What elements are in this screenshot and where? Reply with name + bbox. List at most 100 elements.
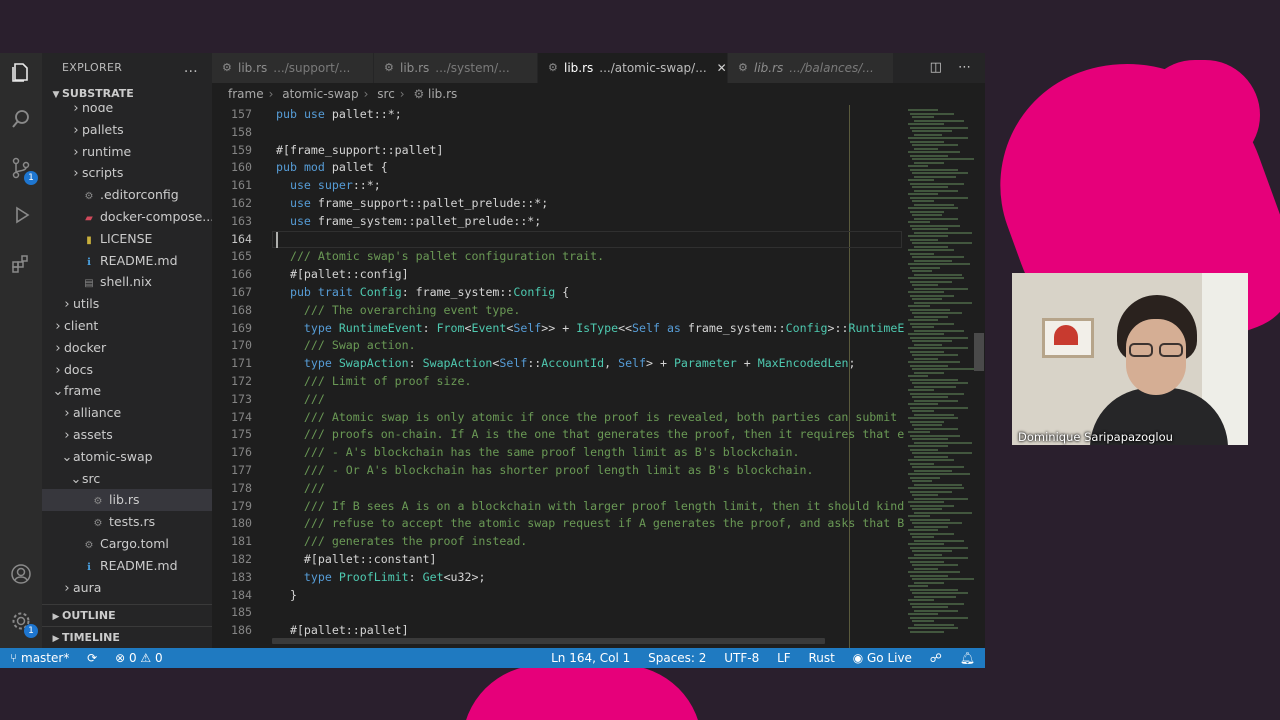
line-number: 168 — [231, 302, 252, 317]
tree-item[interactable]: › node — [42, 105, 212, 119]
more-editor-actions-icon[interactable]: ⋯ — [958, 60, 971, 75]
settings-gear-icon[interactable]: 1 — [8, 610, 38, 638]
minimap-line — [914, 567, 938, 570]
code-text: #[frame_support::pallet] — [276, 142, 444, 157]
code-line: 183 type ProofLimit: Get<u32>; — [212, 569, 904, 587]
line-number: 166 — [231, 267, 252, 282]
search-icon[interactable] — [8, 108, 34, 134]
tree-item[interactable]: › utils — [42, 293, 212, 315]
minimap-line — [912, 508, 942, 510]
minimap-line — [912, 200, 934, 202]
minimap-line — [914, 329, 964, 332]
breadcrumb-item[interactable]: lib.rs — [428, 87, 457, 101]
line-number: 157 — [231, 107, 252, 121]
tree-item[interactable]: › docker — [42, 337, 212, 359]
tree-item[interactable]: › runtime — [42, 141, 212, 163]
minimap-line — [908, 193, 938, 195]
branch-indicator[interactable]: ⑂ master* — [10, 648, 69, 668]
breadcrumb-item[interactable]: src — [377, 87, 395, 101]
tree-item[interactable]: ▰ docker-compose... — [42, 206, 212, 228]
tree-item[interactable]: ⚙ Cargo.toml — [42, 533, 212, 555]
tree-item[interactable]: ⌄src — [42, 468, 212, 490]
minimap[interactable] — [904, 105, 974, 648]
timeline-section[interactable]: ▶ TIMELINE — [42, 626, 212, 648]
problems-indicator[interactable]: ⊗ 0 ⚠ 0 — [115, 648, 163, 668]
sync-icon[interactable]: ⟳ — [87, 648, 97, 668]
encoding[interactable]: UTF-8 — [724, 648, 759, 668]
tree-item[interactable]: ℹ README.md — [42, 250, 212, 272]
line-number: 174 — [231, 409, 252, 424]
code-line: 180 /// refuse to accept the atomic swap… — [212, 515, 904, 533]
minimap-line — [908, 361, 960, 363]
chevron-down-icon: ⌄ — [61, 449, 73, 465]
minimap-line — [910, 476, 940, 479]
minimap-line — [912, 144, 958, 146]
tree-item[interactable]: › scripts — [42, 162, 212, 184]
source-control-icon[interactable]: 1 — [8, 157, 38, 185]
tree-item[interactable]: ⌄atomic-swap — [42, 446, 212, 468]
code-line: 167 pub trait Config: frame_system::Conf… — [212, 284, 904, 302]
code-line: 166 #[pallet::config] — [212, 266, 904, 284]
tree-item[interactable]: › pallets — [42, 119, 212, 141]
background-shape — [462, 665, 702, 720]
extensions-icon[interactable] — [8, 253, 34, 279]
tree-item-label: README.md — [100, 557, 178, 573]
language-mode[interactable]: Rust — [808, 648, 834, 668]
tree-item[interactable]: › alliance — [42, 402, 212, 424]
outline-section[interactable]: ▶ OUTLINE — [42, 604, 212, 626]
code-text: #[pallet::config] — [276, 267, 409, 282]
tree-item[interactable]: ⚙ .editorconfig — [42, 184, 212, 206]
run-debug-icon[interactable] — [8, 204, 34, 230]
minimap-line — [912, 564, 958, 566]
tree-item[interactable]: › aura — [42, 577, 212, 597]
minimap-line — [914, 119, 964, 122]
tab-lib-balances[interactable]: ⚙ lib.rs .../balances/... — [728, 53, 894, 83]
close-tab-icon[interactable]: ✕ — [717, 61, 727, 75]
tree-item[interactable]: › assets — [42, 424, 212, 446]
tree-item-label: frame — [64, 383, 102, 399]
feedback-icon[interactable]: ☍ — [930, 648, 942, 668]
minimap-line — [912, 256, 964, 258]
tab-lib-atomic-swap[interactable]: ⚙ lib.rs .../atomic-swap/... ✕ — [538, 53, 728, 83]
explorer-icon[interactable] — [8, 61, 34, 87]
minimap-line — [910, 140, 944, 143]
workspace-root[interactable]: ▼ SUBSTRATE — [42, 83, 212, 105]
minimap-line — [910, 546, 968, 549]
minimap-line — [910, 266, 940, 269]
tab-lib-support[interactable]: ⚙ lib.rs .../support/... — [212, 53, 374, 83]
vertical-scrollbar[interactable] — [974, 333, 984, 371]
tree-item[interactable]: › client — [42, 315, 212, 337]
minimap-line — [908, 151, 960, 153]
code-text: pub use pallet::*; — [276, 107, 402, 121]
code-text: /// generates the proof instead. — [276, 534, 528, 549]
go-live-label: Go Live — [866, 651, 912, 665]
workspace-root-label: SUBSTRATE — [62, 87, 134, 100]
tree-item[interactable]: ▮ LICENSE — [42, 228, 212, 250]
breadcrumb-item[interactable]: frame — [228, 87, 264, 101]
more-actions-icon[interactable]: … — [184, 53, 198, 83]
tree-item[interactable]: ⌄frame — [42, 380, 212, 402]
cursor-position[interactable]: Ln 164, Col 1 — [551, 648, 630, 668]
tree-item[interactable]: › docs — [42, 359, 212, 381]
account-icon[interactable] — [8, 563, 34, 589]
tab-lib-system[interactable]: ⚙ lib.rs .../system/... — [374, 53, 538, 83]
breadcrumb-item[interactable]: atomic-swap — [282, 87, 358, 101]
split-editor-icon[interactable]: ◫ — [930, 60, 942, 75]
minimap-line — [908, 501, 944, 503]
tree-item-label: scripts — [82, 165, 124, 181]
code-editor[interactable]: 157 pub use pallet::*; 158 159 #[frame_suppo… — [212, 105, 985, 648]
minimap-line — [912, 158, 974, 160]
notifications-bell-icon[interactable]: 🔔︎ — [960, 648, 975, 668]
branch-icon: ⑂ — [10, 651, 22, 665]
code-line: 162 use frame_support::pallet_prelude::*… — [212, 195, 904, 213]
line-ending[interactable]: LF — [777, 648, 791, 668]
line-number: 172 — [231, 374, 252, 388]
indentation[interactable]: Spaces: 2 — [648, 648, 706, 668]
tree-item[interactable]: ⚙ tests.rs — [42, 511, 212, 533]
go-live-button[interactable]: ◉ Go Live — [853, 648, 912, 668]
tree-item[interactable]: ▤ shell.nix — [42, 271, 212, 293]
tree-item[interactable]: ⚙ lib.rs — [42, 489, 212, 512]
line-number: 181 — [231, 534, 252, 549]
code-text: pub trait Config: frame_system::Config { — [289, 285, 570, 299]
tree-item[interactable]: ℹ README.md — [42, 555, 212, 577]
